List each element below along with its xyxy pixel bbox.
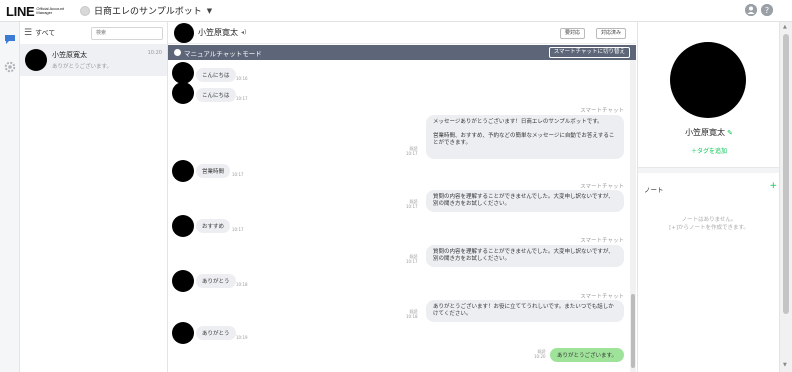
read-status: 既読 10:17 — [406, 254, 418, 264]
gear-icon[interactable] — [4, 58, 16, 73]
chat-user-name: 小笠原寛太 — [198, 28, 238, 37]
avatar — [172, 62, 194, 84]
in-progress-button[interactable]: 対応済み — [596, 28, 627, 39]
received-message: おすすめ — [196, 219, 231, 233]
mark-done-button[interactable]: 要対応 — [560, 28, 586, 39]
user-icon[interactable] — [745, 4, 757, 16]
left-rail — [0, 22, 20, 372]
chat-header: 小笠原寛太 ◂) 要対応 対応済み — [168, 22, 636, 44]
received-message: 営業時間 — [196, 164, 231, 178]
note-empty-message: ノートはありません。 [+]からノートを作成できます。 — [669, 217, 749, 231]
add-note-button[interactable]: + — [769, 181, 777, 191]
message-line: ありがとうございます！お役に立ててうれしいです。またいつでも話しかけてください。 — [433, 304, 614, 317]
divider — [638, 167, 780, 173]
message-line: メッセージありがとうございます！日商エレのサンプルボットです。 — [433, 119, 603, 125]
read-status: 既読 10:17 — [406, 199, 418, 209]
sent-message: 質問の内容を理解することができませんでした。大変申し訳ないですが、別の聞き方をお… — [426, 245, 624, 267]
chat-scrollbar[interactable] — [630, 60, 636, 372]
chat-panel: 小笠原寛太 ◂) 要対応 対応済み マニュアルチャットモード スマートチャットに… — [168, 22, 636, 372]
logo-text: LINE — [6, 3, 35, 19]
chevron-down-icon: ▼ — [206, 6, 213, 15]
received-message: こんにちは — [196, 68, 236, 82]
account-switcher[interactable]: 日商エレのサンプルボット ▼ — [80, 4, 212, 17]
avatar — [174, 22, 194, 43]
top-bar: LINE Official Account Manager 日商エレのサンプルボ… — [0, 0, 792, 22]
profile-avatar — [670, 42, 746, 118]
list-header: ☰ すべて — [20, 22, 167, 44]
list-item[interactable]: 小笠原寛太 ありがとうございます。 10:20 — [20, 44, 167, 76]
mode-label: マニュアルチャットモード — [184, 49, 262, 58]
message-line: 質問の内容を理解することができませんでした。大変申し訳ないですが、別の聞き方をお… — [433, 194, 614, 207]
add-tag-button[interactable]: ＋タグを追加 — [638, 146, 780, 155]
chat-icon[interactable] — [4, 30, 16, 44]
message-line: 質問の内容を理解することができませんでした。大変申し訳ないですが、別の聞き方をお… — [433, 249, 614, 262]
avatar — [172, 322, 194, 344]
received-message: こんにちは — [196, 88, 236, 102]
sent-message: ありがとうございます。 — [550, 348, 624, 362]
speaker-icon[interactable]: ◂) — [241, 29, 246, 36]
avatar — [172, 82, 194, 104]
read-status: 既読 10:20 — [534, 349, 546, 359]
message-line: 営業時間、おすすめ、予約などの簡単なメッセージに自動でお答えすることができます。 — [433, 133, 615, 146]
profile-panel: 小笠原寛太 ✎ ＋タグを追加 ノート + ノートはありません。 [+]からノートを… — [637, 22, 780, 372]
menu-icon[interactable]: ☰ — [24, 28, 32, 38]
scrollbar-thumb[interactable] — [631, 294, 635, 368]
mode-bar: マニュアルチャットモード スマートチャットに切り替え — [168, 45, 636, 60]
sent-message: メッセージありがとうございます！日商エレのサンプルボットです。 営業時間、おすす… — [426, 115, 624, 159]
read-status: 既読 10:17 — [406, 146, 418, 156]
smart-chat-label: スマートチャット — [580, 184, 624, 190]
edit-icon[interactable]: ✎ — [727, 129, 733, 137]
smart-chat-label: スマートチャット — [580, 294, 624, 300]
read-status: 既読 10:18 — [406, 309, 418, 319]
timestamp: 10:16 — [236, 76, 248, 81]
switch-smart-chat-button[interactable]: スマートチャットに切り替え — [548, 47, 630, 58]
account-icon — [80, 5, 90, 16]
timestamp: 10:18 — [236, 282, 248, 287]
filter-label[interactable]: すべて — [35, 28, 55, 38]
search-input[interactable] — [91, 26, 163, 40]
scroll-down-icon[interactable]: ▼ — [783, 362, 787, 368]
timestamp: 10:17 — [232, 172, 244, 177]
message-preview: ありがとうございます。 — [52, 64, 112, 70]
svg-text:?: ? — [765, 6, 769, 15]
help-icon[interactable]: ? — [761, 4, 773, 16]
avatar — [172, 215, 194, 237]
smart-chat-label: スマートチャット — [580, 108, 624, 114]
sent-message: 質問の内容を理解することができませんでした。大変申し訳ないですが、別の聞き方をお… — [426, 190, 624, 212]
timestamp: 10:20 — [147, 50, 162, 56]
timestamp: 10:19 — [236, 335, 248, 340]
logo-subtext: Official Account Manager — [36, 6, 64, 15]
scrollbar-thumb[interactable] — [783, 34, 789, 314]
contact-name: 小笠原寛太 — [52, 51, 87, 59]
scroll-up-icon[interactable]: ▲ — [783, 24, 787, 30]
note-title: ノート — [644, 186, 664, 194]
profile-name: 小笠原寛太 ✎ — [685, 128, 733, 137]
mode-radio[interactable] — [174, 49, 181, 56]
line-logo[interactable]: LINE Official Account Manager — [6, 3, 70, 19]
avatar — [172, 160, 194, 182]
timestamp: 10:17 — [232, 227, 244, 232]
received-message: ありがとう — [196, 326, 236, 340]
conversation-list: ☰ すべて 小笠原寛太 ありがとうございます。 10:20 — [20, 22, 168, 372]
smart-chat-label: スマートチャット — [580, 238, 624, 244]
timestamp: 10:17 — [236, 96, 248, 101]
avatar — [172, 270, 194, 292]
sent-message: ありがとうございます！お役に立ててうれしいです。またいつでも話しかけてください。 — [426, 300, 624, 322]
page-scrollbar[interactable]: ▲ ▼ — [779, 22, 792, 372]
received-message: ありがとう — [196, 274, 236, 288]
account-name: 日商エレのサンプルボット — [94, 7, 202, 17]
avatar — [25, 49, 47, 71]
